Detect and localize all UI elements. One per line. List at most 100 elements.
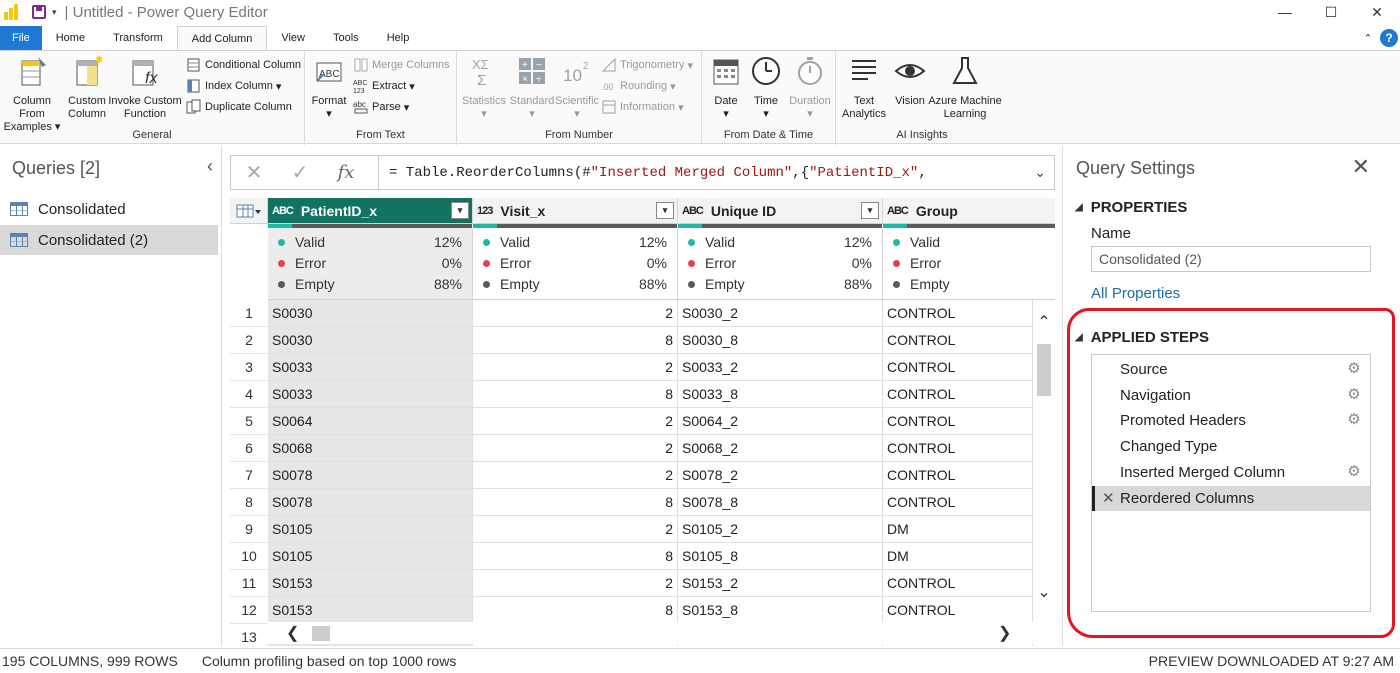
table-cell[interactable]: 2 <box>473 516 678 543</box>
row-number[interactable]: 10 <box>230 543 268 570</box>
query-name-field[interactable] <box>1091 246 1371 272</box>
maximize-button[interactable]: ☐ <box>1308 0 1354 24</box>
applied-steps-header[interactable]: ◢ APPLIED STEPS <box>1075 329 1209 346</box>
table-cell[interactable]: S0030_8 <box>678 327 883 354</box>
row-number[interactable]: 6 <box>230 435 268 462</box>
table-cell[interactable]: CONTROL <box>883 408 1033 435</box>
row-number[interactable]: 8 <box>230 489 268 516</box>
table-cell[interactable]: S0105 <box>268 516 473 543</box>
applied-step[interactable]: Inserted Merged Column ⚙ <box>1092 460 1370 485</box>
formula-input[interactable]: = Table.ReorderColumns(# "Inserted Merged… <box>378 156 1024 189</box>
query-item-consolidated-2[interactable]: Consolidated (2) <box>0 225 218 255</box>
scroll-up-icon[interactable]: ⌃ <box>1033 312 1055 332</box>
save-icon[interactable] <box>32 5 46 19</box>
table-cell[interactable]: S0078_2 <box>678 462 883 489</box>
row-number[interactable]: 13 <box>230 624 268 646</box>
format-button[interactable]: ABC Format ▾ <box>309 55 349 121</box>
row-number[interactable]: 2 <box>230 327 268 354</box>
table-cell[interactable]: 8 <box>473 381 678 408</box>
table-cell[interactable]: S0153 <box>268 597 473 624</box>
table-cell[interactable]: S0030_2 <box>678 300 883 327</box>
gear-icon[interactable]: ⚙ <box>1346 463 1362 480</box>
applied-step[interactable]: Promoted Headers ⚙ <box>1092 408 1370 433</box>
table-cell[interactable]: CONTROL <box>883 597 1033 624</box>
collapse-ribbon-icon[interactable]: ⌃ <box>1358 32 1378 45</box>
row-number[interactable]: 3 <box>230 354 268 381</box>
filter-dropdown-icon[interactable]: ▾ <box>656 202 674 219</box>
column-header[interactable]: 123 Visit_x ▾ <box>473 198 678 224</box>
applied-step[interactable]: Navigation ⚙ <box>1092 383 1370 408</box>
column-header[interactable]: ABC Group <box>883 198 1055 224</box>
scroll-right-icon[interactable]: ❯ <box>998 623 1011 643</box>
merge-columns-button[interactable]: Merge Columns <box>353 55 450 75</box>
table-cell[interactable]: S0030 <box>268 327 473 354</box>
tab-help[interactable]: Help <box>373 26 424 50</box>
collapse-queries-icon[interactable]: ‹ <box>207 156 213 177</box>
column-header[interactable]: ABC PatientID_x ▾ <box>268 198 473 224</box>
tab-file[interactable]: File <box>0 26 42 50</box>
table-cell[interactable]: CONTROL <box>883 462 1033 489</box>
duration-button[interactable]: Duration ▾ <box>786 55 834 121</box>
table-cell[interactable]: CONTROL <box>883 489 1033 516</box>
table-cell[interactable]: S0033_2 <box>678 354 883 381</box>
table-cell[interactable]: S0068_2 <box>678 435 883 462</box>
applied-step[interactable]: Changed Type <box>1092 434 1370 459</box>
table-menu-icon[interactable] <box>230 198 268 224</box>
table-cell[interactable]: 8 <box>473 597 678 624</box>
row-number[interactable]: 11 <box>230 570 268 597</box>
text-analytics-button[interactable]: Text Analytics <box>838 55 890 121</box>
extract-button[interactable]: ABC 123 Extract ▾ <box>353 76 415 96</box>
cancel-formula-icon[interactable]: ✕ <box>231 160 277 185</box>
table-cell[interactable]: CONTROL <box>883 300 1033 327</box>
information-button[interactable]: Information ▾ <box>601 97 684 117</box>
column-header[interactable]: ABC Unique ID ▾ <box>678 198 883 224</box>
confirm-formula-icon[interactable]: ✓ <box>277 160 323 185</box>
table-cell[interactable]: 2 <box>473 435 678 462</box>
type-icon[interactable]: ABC <box>272 205 294 217</box>
row-number[interactable]: 7 <box>230 462 268 489</box>
table-cell[interactable]: S0078_8 <box>678 489 883 516</box>
type-icon[interactable]: 123 <box>477 205 493 217</box>
table-cell[interactable]: CONTROL <box>883 381 1033 408</box>
duplicate-column-button[interactable]: Duplicate Column <box>186 97 292 117</box>
table-cell[interactable]: CONTROL <box>883 354 1033 381</box>
table-cell[interactable]: 8 <box>473 327 678 354</box>
properties-header[interactable]: ◢ PROPERTIES <box>1075 199 1187 216</box>
table-cell[interactable]: 8 <box>473 489 678 516</box>
scroll-left-icon[interactable]: ❮ <box>286 623 299 643</box>
table-cell[interactable]: S0105 <box>268 543 473 570</box>
scroll-thumb[interactable] <box>1037 344 1051 396</box>
table-cell[interactable]: 2 <box>473 570 678 597</box>
expand-formula-icon[interactable]: ⌄ <box>1034 164 1046 181</box>
conditional-column-button[interactable]: Conditional Column <box>186 55 301 75</box>
scroll-thumb[interactable] <box>312 626 330 641</box>
index-column-button[interactable]: Index Column ▾ <box>186 76 281 96</box>
filter-dropdown-icon[interactable]: ▾ <box>861 202 879 219</box>
row-number[interactable]: 12 <box>230 597 268 624</box>
tab-add-column[interactable]: Add Column <box>176 26 268 50</box>
tab-transform[interactable]: Transform <box>99 26 177 50</box>
table-cell[interactable]: DM <box>883 516 1033 543</box>
date-button[interactable]: Date ▾ <box>706 55 746 121</box>
azure-ml-button[interactable]: Azure Machine Learning <box>928 55 1002 121</box>
table-cell[interactable]: CONTROL <box>883 570 1033 597</box>
all-properties-link[interactable]: All Properties <box>1091 285 1180 302</box>
table-cell[interactable]: 2 <box>473 300 678 327</box>
table-cell[interactable]: S0064 <box>268 408 473 435</box>
query-item-consolidated[interactable]: Consolidated <box>0 194 218 224</box>
table-cell[interactable]: S0068 <box>268 435 473 462</box>
table-cell[interactable]: S0153_2 <box>678 570 883 597</box>
minimize-button[interactable]: — <box>1262 0 1308 24</box>
table-cell[interactable]: S0064_2 <box>678 408 883 435</box>
statistics-button[interactable]: XΣ Σ Statistics ▾ <box>459 55 509 121</box>
delete-step-icon[interactable]: ✕ <box>1102 489 1115 507</box>
horizontal-scrollbar[interactable]: ❮ ❯ <box>268 622 1033 644</box>
table-cell[interactable]: 2 <box>473 462 678 489</box>
applied-step[interactable]: Source ⚙ <box>1092 357 1370 382</box>
table-cell[interactable]: 2 <box>473 354 678 381</box>
row-number[interactable]: 5 <box>230 408 268 435</box>
scientific-button[interactable]: 10 2 Scientific ▾ <box>555 55 599 121</box>
column-from-examples-button[interactable]: Column From Examples ▾ <box>0 55 64 134</box>
help-icon[interactable]: ? <box>1380 29 1398 47</box>
table-cell[interactable]: 8 <box>473 543 678 570</box>
